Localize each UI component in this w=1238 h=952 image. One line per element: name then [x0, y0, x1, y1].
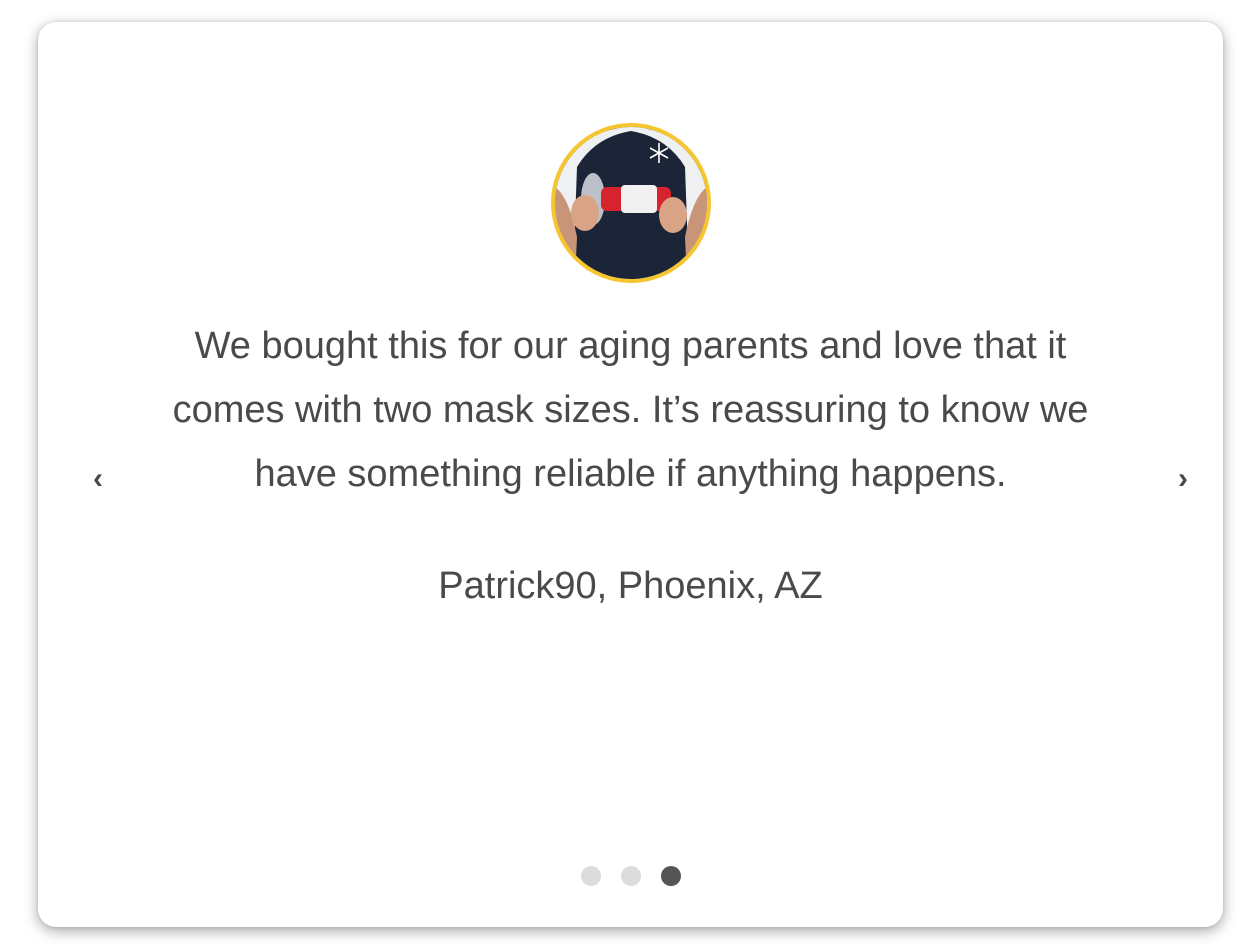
- testimonial-author: Patrick90, Phoenix, AZ: [438, 565, 823, 607]
- carousel-next-button[interactable]: ›: [1165, 462, 1201, 496]
- carousel-dot-1[interactable]: [580, 866, 601, 886]
- testimonial-avatar: [551, 123, 711, 283]
- carousel-dot-2[interactable]: [620, 866, 641, 886]
- chevron-right-icon: ›: [1178, 462, 1188, 495]
- carousel-pagination: [38, 866, 1223, 886]
- chevron-left-icon: ‹: [93, 462, 103, 495]
- carousel-prev-button[interactable]: ‹: [80, 462, 116, 496]
- avatar-image: [555, 127, 707, 279]
- testimonial-card: ‹ We bought this for our aging parents a…: [38, 22, 1223, 927]
- testimonial-quote: We bought this for our aging parents and…: [172, 325, 1089, 495]
- carousel-dot-3[interactable]: [660, 866, 681, 886]
